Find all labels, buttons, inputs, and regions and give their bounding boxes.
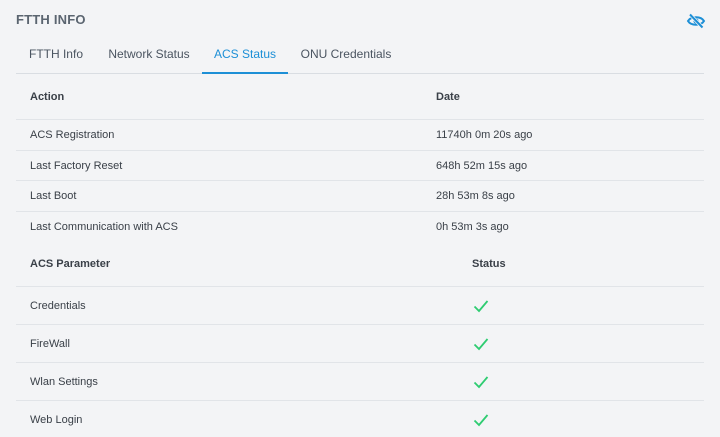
table-row: Web Login [16, 401, 704, 437]
table-row: FireWall [16, 325, 704, 363]
header-action: Action [30, 90, 65, 103]
date-cell: 11740h 0m 20s ago [436, 129, 533, 141]
parameter-cell: Credentials [30, 299, 86, 312]
tab-acs-status[interactable]: ACS Status [202, 34, 288, 74]
eye-off-icon[interactable] [686, 11, 706, 31]
header-parameter: ACS Parameter [30, 258, 111, 270]
check-icon [473, 414, 489, 427]
table-row: Credentials [16, 287, 704, 325]
tab-network-status[interactable]: Network Status [96, 34, 202, 74]
acs-status-table: Action Date ACS Registration 11740h 0m 2… [16, 74, 704, 242]
date-cell: 0h 53m 3s ago [436, 221, 509, 233]
check-icon [473, 299, 489, 312]
table-row: Last Communication with ACS 0h 53m 3s ag… [16, 212, 704, 242]
table-row: ACS Registration 11740h 0m 20s ago [16, 120, 704, 151]
header-status: Status [472, 258, 506, 270]
parameter-cell: Wlan Settings [30, 375, 98, 388]
parameter-cell: FireWall [30, 337, 70, 350]
table-row: Wlan Settings [16, 363, 704, 401]
check-icon [473, 337, 489, 350]
table-header-row: Action Date [16, 74, 704, 120]
panel-title: FTTH INFO [16, 12, 86, 27]
action-cell: ACS Registration [30, 129, 115, 141]
check-icon [473, 375, 489, 388]
tab-ftth-info[interactable]: FTTH Info [16, 34, 96, 74]
action-cell: Last Communication with ACS [30, 221, 178, 233]
table-row: Last Boot 28h 53m 8s ago [16, 181, 704, 212]
action-cell: Last Factory Reset [30, 159, 123, 172]
header-date: Date [436, 90, 460, 103]
date-cell: 28h 53m 8s ago [436, 190, 515, 202]
table-header-row: ACS Parameter Status [16, 242, 704, 287]
tab-bar: FTTH Info Network Status ACS Status ONU … [16, 34, 704, 74]
tab-onu-credentials[interactable]: ONU Credentials [288, 34, 404, 74]
date-cell: 648h 52m 15s ago [436, 159, 528, 172]
table-row: Last Factory Reset 648h 52m 15s ago [16, 151, 704, 181]
action-cell: Last Boot [30, 190, 77, 202]
acs-parameter-table: ACS Parameter Status Credentials FireWal… [16, 242, 704, 437]
parameter-cell: Web Login [30, 414, 83, 426]
